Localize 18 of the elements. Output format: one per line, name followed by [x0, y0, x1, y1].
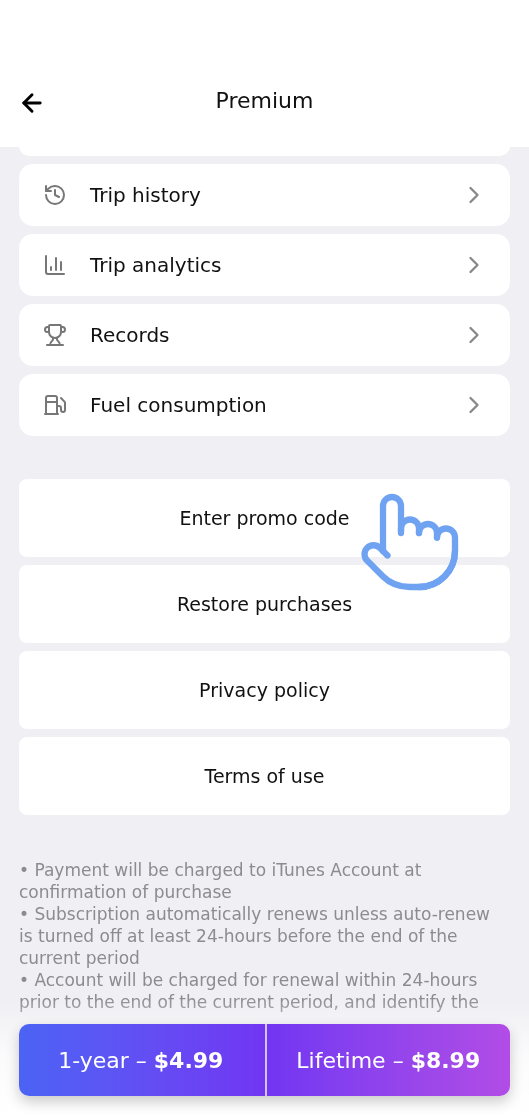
history-icon [43, 183, 67, 207]
plan-button[interactable]: 1-year – $4.99 [19, 1024, 263, 1096]
menu-item[interactable]: Trip analytics [19, 234, 510, 296]
action-button[interactable]: Privacy policy [19, 651, 510, 729]
fuel-pump-icon [43, 393, 67, 417]
trophy-icon [43, 323, 67, 347]
menu-item[interactable]: Fuel consumption [19, 374, 510, 436]
action-button[interactable]: Restore purchases [19, 565, 510, 643]
action-button[interactable]: Enter promo code [19, 479, 510, 557]
action-button[interactable]: Terms of use [19, 737, 510, 815]
disclaimer-text: • Payment will be charged to iTunes Account at confirmation of purchase [19, 859, 423, 903]
disclaimer-text: • Account will be charged for renewal within 24-hours prior to the end of the current period, and identify the [19, 969, 480, 1013]
menu-item[interactable]: Records [19, 304, 510, 366]
plan-button[interactable]: Lifetime – $8.99 [264, 1024, 510, 1096]
menu-item[interactable]: Trip history [19, 164, 510, 226]
bar-chart-icon [43, 253, 67, 277]
disclaimer-text: • Subscription automatically renews unless auto-renew is turned off at least 24-hours before the end of the current period [19, 903, 491, 969]
page-title: Premium [214, 87, 315, 115]
